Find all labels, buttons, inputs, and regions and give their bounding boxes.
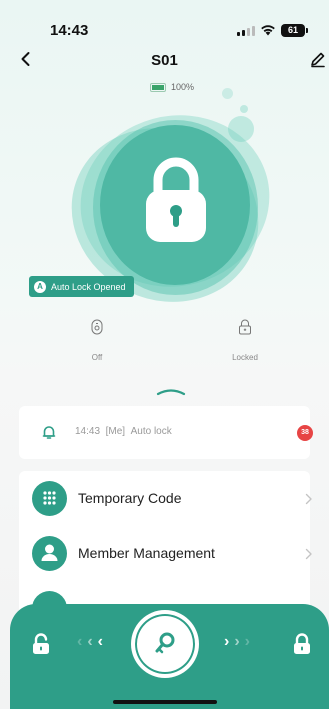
chevron-right-icon — [305, 493, 312, 505]
auto-lock-icon: A — [34, 280, 46, 293]
edit-button[interactable] — [309, 50, 327, 68]
lock-status-mode[interactable]: Locked — [215, 318, 275, 362]
member-icon — [32, 536, 67, 571]
log-time: 14:43 — [75, 426, 101, 437]
device-battery: 100% — [150, 82, 194, 92]
page-title: S01 — [151, 52, 178, 69]
decor-bubble — [240, 105, 248, 113]
decor-bubble — [222, 88, 233, 99]
menu-item-member-management[interactable]: Member Management — [19, 526, 312, 581]
unread-count-badge: 38 — [297, 425, 313, 441]
bell-icon — [42, 426, 56, 439]
lock-screen: 14:43 61 S01 100% A Auto Lock Opened Off… — [0, 0, 329, 709]
doorbell-mode-label: Off — [91, 353, 103, 362]
unlock-icon[interactable] — [31, 633, 51, 655]
swipe-right-arrows: ››› — [224, 633, 255, 650]
lock-status-icon — [239, 319, 251, 335]
status-bar: 14:43 61 — [0, 0, 329, 44]
sheet-handle[interactable] — [156, 388, 186, 396]
auto-lock-badge: A Auto Lock Opened — [29, 276, 134, 297]
menu-item-label: Member Management — [78, 545, 215, 561]
battery-label: 100% — [171, 82, 195, 92]
doorbell-mode[interactable]: Off — [67, 318, 127, 362]
log-user: [Me] — [105, 426, 126, 437]
activity-log-row[interactable]: 14:43 [Me] Auto lock 38 — [19, 406, 313, 459]
lock-open-icon[interactable] — [292, 633, 312, 655]
status-time: 14:43 — [50, 22, 89, 39]
chevron-right-icon — [305, 548, 312, 560]
padlock-icon[interactable] — [136, 150, 216, 250]
wifi-icon — [261, 25, 275, 36]
swipe-left-arrows: ‹‹‹ — [77, 633, 108, 650]
log-entry: 14:43 [Me] Auto lock — [75, 426, 172, 437]
key-icon — [155, 632, 175, 654]
battery-status-icon: 61 — [281, 24, 308, 37]
signal-icon — [237, 26, 255, 36]
lock-status-label: Locked — [232, 353, 258, 362]
home-indicator — [113, 700, 217, 704]
menu-item-temporary-code[interactable]: Temporary Code — [19, 471, 312, 526]
doorbell-icon — [91, 319, 103, 335]
auto-lock-label: Auto Lock Opened — [51, 281, 126, 292]
swipe-knob[interactable] — [131, 610, 199, 678]
battery-icon — [150, 82, 166, 92]
log-action: Auto lock — [130, 426, 172, 437]
keypad-icon — [32, 481, 67, 516]
menu-item-label: Temporary Code — [78, 490, 182, 506]
